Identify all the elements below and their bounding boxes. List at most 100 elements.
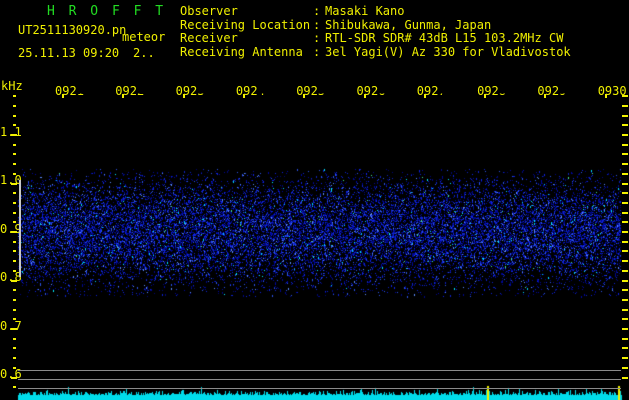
y-axis-tick xyxy=(13,347,16,349)
y-axis-tick xyxy=(11,231,17,233)
right-axis-tick xyxy=(622,309,628,311)
right-axis-tick xyxy=(622,377,628,379)
minute-tick xyxy=(363,94,366,98)
info-label: Observer xyxy=(180,4,238,18)
minute-tick xyxy=(604,94,607,98)
y-axis-tick xyxy=(13,163,16,165)
right-axis-tick xyxy=(622,328,628,330)
right-axis-tick xyxy=(622,221,628,223)
info-value: Shibukawa, Gunma, Japan xyxy=(325,17,492,32)
spectrogram-canvas xyxy=(0,0,629,400)
y-tick-label: 0.7 xyxy=(0,318,22,333)
info-value: 3el Yagi(V) Az 330 for Vladivostok xyxy=(325,45,571,60)
right-axis-tick xyxy=(622,270,628,272)
x-tick-label: 0929 xyxy=(537,84,567,98)
y-axis-tick xyxy=(13,318,16,320)
band-marker-line xyxy=(19,180,21,277)
y-axis-tick xyxy=(11,328,17,330)
right-axis-tick xyxy=(622,105,628,107)
x-tick-partial-digit: 7 xyxy=(438,84,446,98)
y-axis-tick xyxy=(11,134,17,136)
right-axis-tick xyxy=(622,357,628,359)
right-axis-tick xyxy=(622,231,628,233)
right-axis-tick xyxy=(622,95,628,97)
x-tick-partial-digit: 6 xyxy=(378,84,386,98)
x-tick-label: 0924 xyxy=(235,84,265,98)
right-axis-tick xyxy=(622,124,628,126)
minute-tick xyxy=(122,94,125,98)
hrofft-window: H R O F F T UT2511130920.pn meteor 25.11… xyxy=(0,0,629,400)
y-axis-tick xyxy=(11,183,17,185)
minute-tick xyxy=(423,94,426,98)
y-tick-label: 1.1 xyxy=(0,124,22,139)
right-axis-tick xyxy=(622,280,628,282)
x-tick-partial-digit: 4 xyxy=(257,84,265,98)
y-axis-tick xyxy=(13,357,16,359)
x-tick-partial-digit: 2 xyxy=(136,84,145,98)
y-axis-tick xyxy=(13,270,16,272)
separator: : xyxy=(313,4,321,18)
x-tick-label: 0922 xyxy=(115,84,145,98)
y-axis-tick xyxy=(13,260,16,262)
x-tick-partial-digit: 3 xyxy=(197,84,205,98)
output-filename: UT2511130920.pn xyxy=(18,23,127,37)
right-axis-tick xyxy=(622,183,628,185)
y-axis-tick xyxy=(13,173,16,175)
y-axis-tick xyxy=(13,367,16,369)
info-label: Receiving Location xyxy=(180,17,311,32)
y-axis-tick xyxy=(13,212,16,214)
y-axis-unit: kHz xyxy=(1,79,23,93)
right-axis-tick xyxy=(622,318,628,320)
right-axis-tick xyxy=(622,289,628,291)
minute-tick xyxy=(62,94,64,98)
right-axis-tick xyxy=(622,241,628,243)
y-axis-tick xyxy=(13,202,16,204)
x-tick-label: 0923 xyxy=(175,84,205,98)
separator: : xyxy=(313,17,321,32)
right-axis-tick xyxy=(622,202,628,204)
level-ref-line xyxy=(18,379,621,380)
right-axis-tick xyxy=(622,250,628,252)
minute-tick xyxy=(303,94,306,98)
y-axis-tick xyxy=(13,221,16,223)
y-axis-tick xyxy=(13,144,16,146)
info-row-location: Receiving Location: Shibukawa, Gunma, Jap… xyxy=(180,17,571,33)
right-axis-tick xyxy=(622,144,628,146)
info-value: RTL-SDR SDR# 43dB L15 103.2MHz CW xyxy=(325,31,564,46)
station-info: Observer: Masaki Kano Receiving Location:… xyxy=(180,4,571,60)
right-axis-tick xyxy=(622,338,628,340)
datetime-label: 25.11.13 09:20 xyxy=(18,46,120,60)
y-axis-tick xyxy=(13,124,16,126)
level-ref-line xyxy=(18,370,621,371)
y-axis-tick xyxy=(13,95,16,97)
x-tick-label: 0928 xyxy=(477,84,507,98)
x-tick-label: 0925 xyxy=(296,84,326,98)
right-axis-tick xyxy=(622,173,628,175)
y-axis-tick xyxy=(13,338,16,340)
info-row-observer: Observer: Masaki Kano xyxy=(180,4,571,19)
separator: : xyxy=(313,45,321,60)
info-row-receiver: Receiver: RTL-SDR SDR# 43dB L15 103.2MHz … xyxy=(180,32,571,46)
minute-tick xyxy=(484,94,487,98)
x-tick-partial-digit: 5 xyxy=(317,84,326,98)
info-value: Masaki Kano xyxy=(325,4,405,18)
y-axis-tick xyxy=(13,115,16,117)
right-axis-tick xyxy=(622,192,628,194)
x-tick-partial-digit: 1 xyxy=(76,84,84,98)
x-tick-partial-digit: 8 xyxy=(498,84,507,98)
info-label: Receiver xyxy=(180,31,238,46)
right-axis-tick xyxy=(622,367,628,369)
right-axis-tick xyxy=(622,163,628,165)
right-axis-tick xyxy=(622,134,628,136)
count-label: 2.. xyxy=(133,46,155,60)
x-tick-label: 0921 xyxy=(55,84,84,98)
app-title: H R O F F T xyxy=(47,4,167,19)
info-label: Receiving Antenna xyxy=(180,45,303,60)
y-axis-tick xyxy=(11,377,17,379)
x-tick-partial-digit: 9 xyxy=(559,84,567,98)
x-tick-label: 0926 xyxy=(356,84,386,98)
right-axis-tick xyxy=(622,299,628,301)
y-axis-tick xyxy=(13,105,16,107)
minute-tick xyxy=(182,94,185,98)
y-axis-tick xyxy=(13,192,16,194)
